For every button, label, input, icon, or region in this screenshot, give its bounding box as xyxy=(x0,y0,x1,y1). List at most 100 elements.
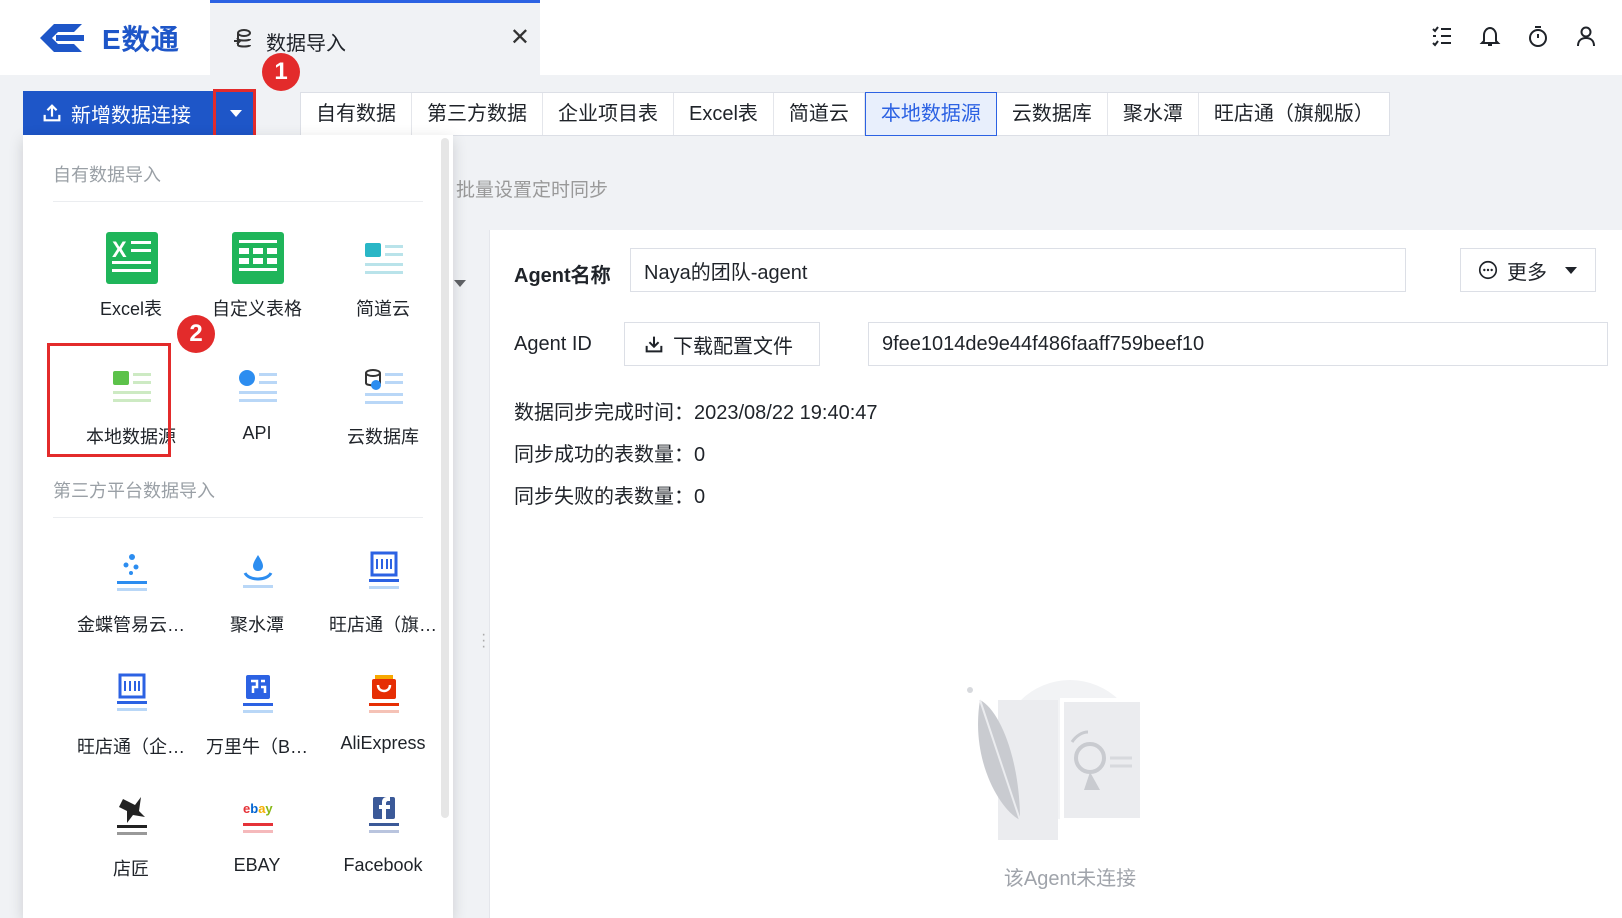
ebay-icon: ebay xyxy=(231,791,285,845)
timer-icon[interactable] xyxy=(1526,24,1550,48)
more-button[interactable]: 更多 xyxy=(1460,248,1596,292)
top-icons xyxy=(1430,24,1598,48)
caret-down-icon xyxy=(1565,266,1577,274)
tab-data-import[interactable]: 数据导入 ✕ xyxy=(210,0,540,75)
facebook-icon xyxy=(357,791,411,845)
annotation-badge-1: 1 xyxy=(262,53,300,91)
import-option-local-datasource[interactable]: 本地数据源 xyxy=(69,341,193,453)
local-datasource-icon xyxy=(105,359,159,413)
import-option-label: 本地数据源 xyxy=(86,427,176,447)
close-icon[interactable]: ✕ xyxy=(510,23,530,52)
tab-label: 数据导入 xyxy=(266,33,346,55)
import-option-jiandaoyun[interactable]: 简道云 xyxy=(321,213,445,325)
import-option-label: 简道云 xyxy=(356,299,410,319)
sync-success-count: 同步成功的表数量：0 xyxy=(514,444,706,466)
import-option-api[interactable]: API xyxy=(195,341,319,453)
jushuitan-icon xyxy=(231,547,285,601)
filter-tab[interactable]: 聚水潭 xyxy=(1108,93,1199,135)
import-option-label: 旺店通（旗… xyxy=(329,615,437,635)
upload-icon xyxy=(43,104,61,122)
import-option-label: 云数据库 xyxy=(347,427,419,447)
panel-divider xyxy=(489,230,490,918)
agent-id-field[interactable]: 9fee1014de9e44f486faaff759beef10 xyxy=(868,322,1608,366)
list-panel-edge xyxy=(448,230,490,918)
import-option-label: 旺店通（企… xyxy=(77,737,185,757)
data-import-icon xyxy=(234,29,251,48)
import-option-jushuitan[interactable]: 聚水潭 xyxy=(195,529,319,641)
import-option-wanliniu[interactable]: 万里牛（B… xyxy=(195,651,319,763)
brand-logo[interactable]: E数通 xyxy=(32,18,180,58)
dianjiang-icon xyxy=(105,791,159,845)
import-option-facebook[interactable]: Facebook xyxy=(321,773,445,885)
download-config-button[interactable]: 下载配置文件 xyxy=(624,322,820,366)
wangdiantong-icon xyxy=(357,547,411,601)
import-option-label: EBAY xyxy=(233,855,281,875)
agent-detail-panel: Agent名称 Naya的团队-agent 更多 Agent ID 下载配置文件… xyxy=(490,230,1622,918)
third-party-section-title: 第三方平台数据导入 xyxy=(53,481,215,501)
new-connection-dropdown-toggle[interactable] xyxy=(215,91,255,135)
import-option-label: Facebook xyxy=(343,855,423,875)
new-connection-label: 新增数据连接 xyxy=(71,104,191,127)
sync-time-text: 数据同步完成时间：2023/08/22 19:40:47 xyxy=(514,402,878,424)
new-connection-button[interactable]: 新增数据连接 xyxy=(23,91,215,135)
import-option-aliexpress[interactable]: AliExpress xyxy=(321,651,445,763)
brand-name: E数通 xyxy=(102,24,180,55)
own-data-section-title: 自有数据导入 xyxy=(53,165,161,185)
import-option-dianjiang[interactable]: 店匠 xyxy=(69,773,193,885)
caret-down-icon xyxy=(229,109,242,117)
import-option-custom-table[interactable]: 自定义表格 xyxy=(195,213,319,325)
batch-sync-link[interactable]: 批量设置定时同步 xyxy=(456,175,608,202)
agent-name-field[interactable]: Naya的团队-agent xyxy=(630,248,1406,292)
section-divider xyxy=(53,517,423,518)
svg-text:X: X xyxy=(112,237,127,262)
caret-down-icon[interactable] xyxy=(454,280,466,287)
filter-tab[interactable]: Excel表 xyxy=(674,93,774,135)
import-option-label: Excel表 xyxy=(99,299,162,319)
import-option-label: 金蝶管易云… xyxy=(77,615,185,635)
filter-tab[interactable]: 简道云 xyxy=(774,93,865,135)
agent-id-label: Agent ID xyxy=(514,333,592,355)
download-config-label: 下载配置文件 xyxy=(673,335,793,358)
wangdiantong-enterprise-icon xyxy=(105,669,159,723)
new-connection-dropdown-panel: 自有数据导入 X Excel表 自定义表格 简道云 本地数据源 API 云数据库… xyxy=(23,135,453,918)
import-option-label: 聚水潭 xyxy=(230,615,284,635)
section-divider xyxy=(53,201,423,202)
filter-tab[interactable]: 自有数据 xyxy=(301,93,412,135)
brand-logo-icon xyxy=(40,24,84,52)
filter-tab[interactable]: 企业项目表 xyxy=(543,93,674,135)
import-option-wangdiantong[interactable]: 旺店通（旗… xyxy=(321,529,445,641)
import-option-label: API xyxy=(242,423,272,443)
user-icon[interactable] xyxy=(1574,24,1598,48)
import-option-label: 自定义表格 xyxy=(212,299,302,319)
agent-name-label: Agent名称 xyxy=(514,265,611,287)
cloud-database-icon xyxy=(357,359,411,413)
task-list-icon[interactable] xyxy=(1430,24,1454,48)
jiandaoyun-icon xyxy=(357,231,411,285)
import-option-label: 店匠 xyxy=(113,859,149,879)
filter-tab[interactable]: 第三方数据 xyxy=(412,93,543,135)
import-option-wangdiantong-enterprise[interactable]: 旺店通（企… xyxy=(69,651,193,763)
import-option-cloud-database[interactable]: 云数据库 xyxy=(321,341,445,453)
api-icon xyxy=(231,359,285,413)
filter-tab-active[interactable]: 本地数据源 xyxy=(864,92,997,136)
import-option-label: AliExpress xyxy=(340,733,426,753)
custom-table-icon xyxy=(231,231,285,285)
aliexpress-icon xyxy=(357,669,411,723)
wanliniu-icon xyxy=(231,669,285,723)
import-option-kingdee[interactable]: 金蝶管易云… xyxy=(69,529,193,641)
kingdee-icon xyxy=(105,547,159,601)
resize-handle[interactable]: · · · xyxy=(481,627,486,655)
bell-icon[interactable] xyxy=(1478,24,1502,48)
empty-state-illustration xyxy=(967,680,1144,840)
more-icon xyxy=(1478,260,1498,280)
annotation-badge-2: 2 xyxy=(177,315,215,353)
import-option-label: 万里牛（B… xyxy=(205,737,308,757)
filter-tab[interactable]: 云数据库 xyxy=(997,93,1108,135)
import-option-excel[interactable]: X Excel表 xyxy=(69,213,193,325)
empty-state-text: 该Agent未连接 xyxy=(1003,868,1137,890)
source-filter-tabs: 自有数据 第三方数据 企业项目表 Excel表 简道云 本地数据源 云数据库 聚… xyxy=(300,92,1390,136)
more-label: 更多 xyxy=(1507,261,1547,284)
excel-icon: X xyxy=(105,231,159,285)
import-option-ebay[interactable]: ebay EBAY xyxy=(195,773,319,885)
filter-tab[interactable]: 旺店通（旗舰版） xyxy=(1199,93,1389,135)
